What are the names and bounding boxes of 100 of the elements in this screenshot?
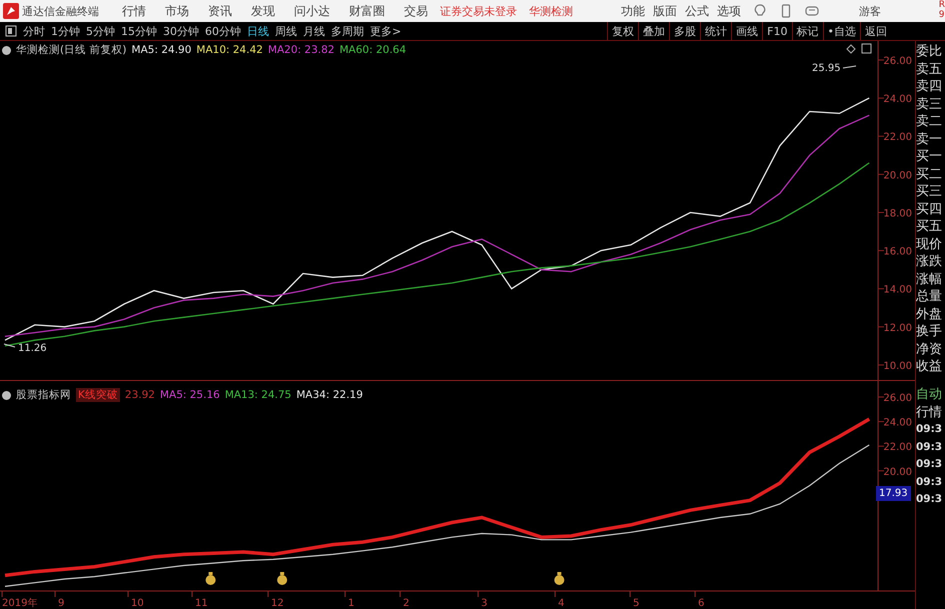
corner-text: R xyxy=(938,0,945,10)
period-tab[interactable]: 分时 xyxy=(23,24,51,38)
app-title: 通达信金融终端 xyxy=(22,4,99,18)
period-tab[interactable]: 5分钟 xyxy=(86,24,121,38)
price-label: 11.26 xyxy=(18,343,47,354)
quote-label: 卖二 xyxy=(916,113,943,130)
axis-label: 22.00 xyxy=(883,132,912,144)
period-tab[interactable]: 多周期 xyxy=(331,24,370,38)
mode-label: 自动 xyxy=(916,386,943,404)
chart-settings-icon[interactable] xyxy=(2,46,11,54)
quote-label: 买一 xyxy=(916,148,943,166)
axis-label: 10.00 xyxy=(883,360,912,372)
quote-label: 涨幅 xyxy=(916,270,943,288)
quote-label: 买四 xyxy=(916,200,943,218)
axis-label: 12.00 xyxy=(883,322,912,334)
quote-label: 买三 xyxy=(916,183,943,200)
lightbulb-icon[interactable] xyxy=(753,4,767,18)
time-label: 09:3 xyxy=(916,474,944,490)
axis-label: 9 xyxy=(58,598,64,609)
axis-label: 1 xyxy=(348,598,354,609)
chart-title: 股票指标网 xyxy=(16,388,71,402)
quote-label: 卖五 xyxy=(916,60,943,78)
logo-icon xyxy=(3,3,19,19)
menu-item[interactable]: 发现 xyxy=(251,2,275,20)
axis-label: 24.00 xyxy=(883,94,912,106)
money-bag-icon xyxy=(206,572,216,585)
axis-label: 10 xyxy=(131,598,144,609)
current-value-tag: 17.93 xyxy=(876,486,911,501)
quote-label: 涨跌 xyxy=(916,253,943,270)
corner-text: 9 xyxy=(938,10,945,20)
menu-item[interactable]: 问小达 xyxy=(294,2,330,20)
quote-label: 卖一 xyxy=(916,130,943,148)
menu-item[interactable]: 市场 xyxy=(165,2,189,20)
quote-label: 换手 xyxy=(916,323,943,340)
indicator-value: MA13: 24.75 xyxy=(224,389,292,401)
price-label: 25.95 xyxy=(812,63,841,74)
axis-label: 22.00 xyxy=(883,442,912,454)
diamond-icon[interactable] xyxy=(846,44,856,54)
period-tab[interactable]: 30分钟 xyxy=(163,24,205,38)
money-bag-icon xyxy=(277,572,288,585)
layout-icon[interactable] xyxy=(5,25,17,37)
toolbar-menu-item[interactable]: 选项 xyxy=(717,2,741,20)
axis-label: 18.00 xyxy=(883,208,912,220)
axis-label: 2 xyxy=(403,598,410,609)
time-label: 09:3 xyxy=(916,492,944,507)
login-status[interactable]: 证券交易未登录 xyxy=(440,4,517,18)
quote-label: 外盘 xyxy=(916,306,943,323)
toolbar-menu-item[interactable]: 公式 xyxy=(685,2,709,20)
axis-label: 5 xyxy=(633,598,640,609)
quote-label: 卖四 xyxy=(916,78,943,96)
money-bag-icon xyxy=(554,572,564,585)
period-tab[interactable]: 15分钟 xyxy=(121,24,163,38)
indicator-value: MA20: 23.82 xyxy=(268,44,334,56)
menu-item[interactable]: 交易 xyxy=(404,2,428,20)
axis-label: 20.00 xyxy=(883,466,912,478)
period-tab[interactable]: 月线 xyxy=(303,24,331,38)
user-label[interactable]: 游客 xyxy=(859,4,881,18)
more-button[interactable]: 更多> xyxy=(370,24,408,38)
square-icon[interactable] xyxy=(862,44,872,54)
period-tab[interactable]: 60分钟 xyxy=(205,24,247,38)
indicator-value: MA5: 24.90 xyxy=(132,44,192,56)
axis-label: 12 xyxy=(271,598,284,609)
indicator-value: MA10: 24.42 xyxy=(196,44,263,56)
quote-label: 总量 xyxy=(916,288,943,306)
time-label: 09:3 xyxy=(916,422,944,437)
toolbar-menu-item[interactable]: 版面 xyxy=(653,2,677,20)
chart-settings-icon[interactable] xyxy=(2,390,11,400)
indicator-value: 23.92 xyxy=(124,389,155,401)
quote-label: 委比 xyxy=(916,43,943,60)
axis-label: 11 xyxy=(195,598,208,609)
axis-label: 16.00 xyxy=(883,246,912,258)
quote-label: 现价 xyxy=(916,236,943,253)
menu-item[interactable]: 行情 xyxy=(122,2,146,20)
leader-line xyxy=(842,66,856,68)
axis-label: 2019年 xyxy=(2,598,38,609)
leader-line xyxy=(4,344,16,348)
axis-label: 26.00 xyxy=(883,56,912,67)
signal-label: K线突破 xyxy=(76,388,120,402)
axis-label: 4 xyxy=(558,598,564,609)
phone-icon[interactable] xyxy=(779,4,793,18)
time-label: 09:3 xyxy=(916,457,944,472)
mode-label: 行情 xyxy=(916,404,943,421)
axis-label: 20.00 xyxy=(883,170,912,182)
menu-item[interactable]: 财富圈 xyxy=(349,2,385,20)
indicator-value: MA60: 20.64 xyxy=(339,44,406,56)
period-tab[interactable]: 周线 xyxy=(275,24,303,38)
time-label: 09:3 xyxy=(916,440,944,454)
menu-item[interactable]: 资讯 xyxy=(208,2,232,20)
chart-title: 华测检测(日线 前复权) xyxy=(16,43,127,57)
axis-label: 14.00 xyxy=(883,284,912,296)
stock-name: 华测检测 xyxy=(529,4,573,18)
quote-label: 买五 xyxy=(916,218,943,236)
period-tab[interactable]: 1分钟 xyxy=(51,24,86,38)
axis-label: 24.00 xyxy=(883,418,912,429)
message-icon[interactable] xyxy=(805,4,819,18)
indicator-value: MA5: 25.16 xyxy=(160,389,220,401)
quote-label: 买二 xyxy=(916,166,943,183)
toolbar-menu-item[interactable]: 功能 xyxy=(621,2,645,20)
quote-label: 净资 xyxy=(916,340,943,358)
period-tab[interactable]: 日线 xyxy=(247,24,275,38)
